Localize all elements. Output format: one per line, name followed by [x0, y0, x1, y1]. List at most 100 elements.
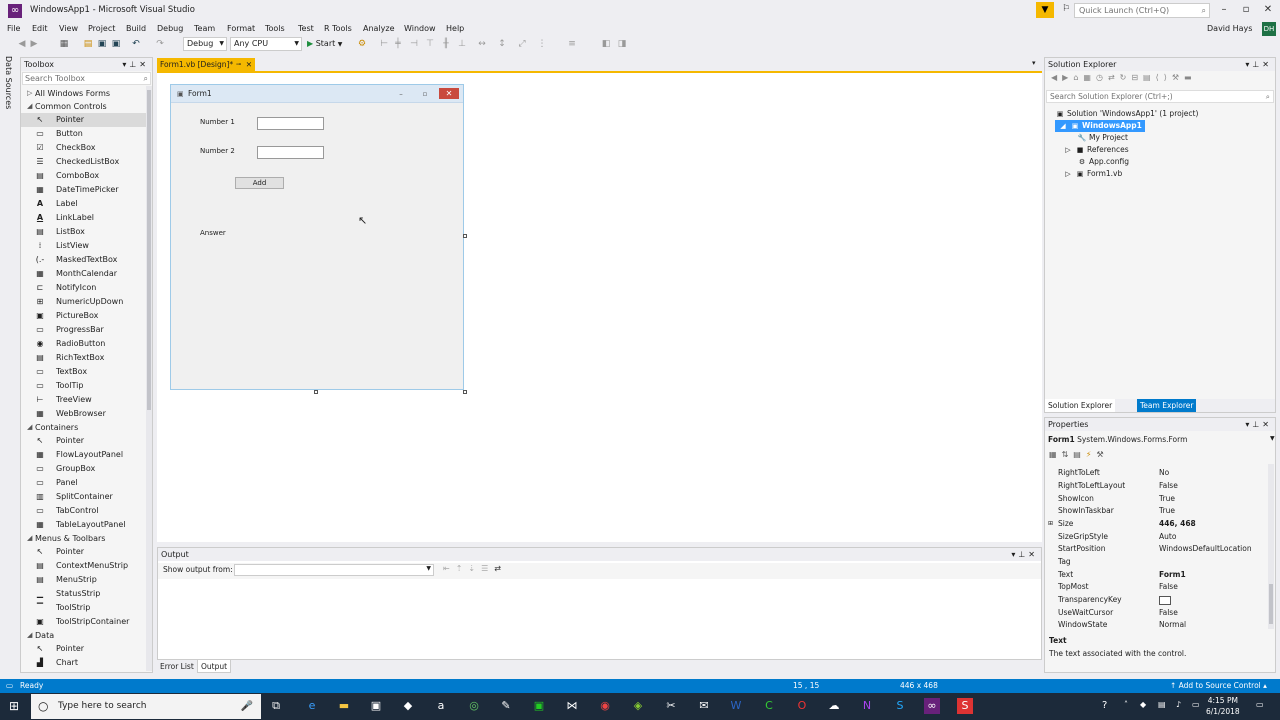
new-project-icon[interactable]: ▦	[58, 38, 70, 50]
pending-changes-icon[interactable]: ◷	[1096, 73, 1108, 82]
quick-launch-input[interactable]: Quick Launch (Ctrl+Q) ⌕	[1074, 3, 1210, 18]
slides-icon[interactable]: S	[957, 698, 973, 714]
clear-all-icon[interactable]: ☰	[481, 564, 494, 573]
minimize-button[interactable]: –	[1214, 3, 1234, 17]
toolbox-category-all[interactable]: ▷ All Windows Forms	[21, 87, 146, 100]
toolbox-item-combobox[interactable]: ▤ ComboBox	[21, 169, 146, 183]
property-row[interactable]: RightToLeft No	[1045, 467, 1269, 479]
battery-icon[interactable]: ▭	[1192, 700, 1200, 709]
close-icon[interactable]: ✕	[1028, 550, 1038, 559]
tab-form1-design[interactable]: Form1.vb [Design]* ⊸ ✕	[157, 58, 255, 71]
toolbox-item-menustrip[interactable]: ▤ MenuStrip	[21, 573, 146, 587]
add-button[interactable]: Add	[235, 177, 284, 189]
save-all-icon[interactable]: ▣	[110, 38, 122, 50]
redo-icon[interactable]: ↷	[154, 38, 166, 50]
close-tab-icon[interactable]: ✕	[246, 58, 252, 71]
property-row[interactable]: ⊞ Size 446, 468	[1045, 518, 1269, 530]
help-icon[interactable]: ?	[1102, 700, 1107, 711]
toolbox-item-listbox[interactable]: ▤ ListBox	[21, 225, 146, 239]
windows-start-icon[interactable]: ⊞	[9, 699, 19, 713]
pen-icon[interactable]: ✎	[498, 698, 514, 714]
tree-item-form1[interactable]: ▷ ▣ Form1.vb	[1063, 168, 1122, 180]
visual-studio-code-icon[interactable]: ⋈	[564, 698, 580, 714]
properties-scrollbar[interactable]	[1268, 464, 1274, 629]
app-icon-green[interactable]: ◎	[466, 698, 482, 714]
toolbox-item-splitcontainer[interactable]: ▥ SplitContainer	[21, 490, 146, 504]
align-tops-icon[interactable]: ⊤	[424, 38, 436, 50]
pin-icon[interactable]: ⊸	[236, 58, 241, 71]
properties-icon[interactable]: ⚒	[1172, 73, 1184, 82]
toolbox-item-numericupdown[interactable]: ⊞ NumericUpDown	[21, 295, 146, 309]
menu-r-tools[interactable]: R Tools	[324, 22, 352, 36]
camtasia-icon[interactable]: ▣	[531, 698, 547, 714]
next-message-icon[interactable]: ⇣	[468, 564, 481, 573]
toolbox-item-radiobutton[interactable]: ◉ RadioButton	[21, 337, 146, 351]
tab-solution-explorer[interactable]: Solution Explorer	[1045, 399, 1116, 412]
resize-handle-right[interactable]	[463, 234, 467, 238]
toolbox-item-datetimepicker[interactable]: ▦ DateTimePicker	[21, 183, 146, 197]
toolbox-item-linklabel[interactable]: A LinkLabel	[21, 211, 146, 225]
align-bottoms-icon[interactable]: ⊥	[456, 38, 468, 50]
tree-item-app-config[interactable]: ⚙ App.config	[1077, 156, 1129, 168]
data-sources-tab[interactable]: Data Sources	[4, 56, 13, 109]
toolbox-item-chart[interactable]: ▟ Chart	[21, 656, 146, 670]
property-row[interactable]: Tag	[1045, 556, 1269, 568]
scrollbar-thumb[interactable]	[1269, 584, 1273, 624]
toolbox-item-maskedtextbox[interactable]: (.- MaskedTextBox	[21, 253, 146, 267]
label-number-1[interactable]: Number 1	[200, 118, 235, 126]
dropbox-icon[interactable]: ◆	[400, 698, 416, 714]
toolbox-item-tooltip[interactable]: ▭ ToolTip	[21, 379, 146, 393]
maximize-button[interactable]: ▫	[1236, 3, 1256, 17]
events-icon[interactable]: ⚡	[1086, 450, 1097, 459]
back-icon[interactable]: ◀	[1051, 73, 1062, 82]
taskbar-clock[interactable]: 4:15 PM 6/1/2018	[1206, 695, 1240, 717]
expand-icon[interactable]: ⊞	[1048, 518, 1053, 530]
toolbox-item-flowlayoutpanel[interactable]: ▦ FlowLayoutPanel	[21, 448, 146, 462]
tab-error-list[interactable]: Error List	[157, 660, 197, 673]
label-answer[interactable]: Answer	[200, 229, 226, 237]
sync-icon[interactable]: ⇄	[1108, 73, 1120, 82]
network-icon[interactable]: ▤	[1158, 700, 1166, 709]
properties-object-select[interactable]: Form1 System.Windows.Forms.Form ▼	[1048, 435, 1275, 444]
property-row[interactable]: TransparencyKey	[1045, 594, 1269, 606]
start-button[interactable]: ▶ Start ▼	[307, 37, 342, 52]
user-name[interactable]: David Hays	[1207, 24, 1252, 33]
pin-icon[interactable]: ⊥	[1018, 550, 1028, 559]
properties-icon[interactable]: ▤	[1073, 450, 1086, 459]
menu-view[interactable]: View	[59, 22, 78, 36]
pin-icon[interactable]: ⊥	[129, 60, 139, 69]
menu-edit[interactable]: Edit	[32, 22, 48, 36]
toolbox-item-tablelayoutpanel[interactable]: ▦ TableLayoutPanel	[21, 518, 146, 532]
avatar[interactable]: DH	[1262, 22, 1276, 36]
property-row[interactable]: SizeGripStyle Auto	[1045, 531, 1269, 543]
designed-form[interactable]: ▣ Form1 – ▫ ✕ Number 1 Number 2 Add Answ…	[170, 84, 464, 390]
pin-icon[interactable]: ⊥	[1252, 60, 1262, 69]
toolbox-category-menus[interactable]: ◢ Menus & Toolbars	[21, 532, 146, 545]
tree-item-my-project[interactable]: 🔧 My Project	[1077, 132, 1128, 144]
property-row[interactable]: Text Form1	[1045, 569, 1269, 581]
toolbox-item-monthcalendar[interactable]: ▦ MonthCalendar	[21, 267, 146, 281]
horizontal-spacing-icon[interactable]: ⋮	[536, 38, 548, 50]
solution-explorer-search-input[interactable]: Search Solution Explorer (Ctrl+;) ⌕	[1046, 90, 1274, 103]
tab-team-explorer[interactable]: Team Explorer	[1137, 399, 1197, 412]
menu-window[interactable]: Window	[404, 22, 436, 36]
mail-icon[interactable]: ✉	[696, 698, 712, 714]
tab-output[interactable]: Output	[197, 660, 232, 673]
send-to-back-icon[interactable]: ◨	[616, 38, 628, 50]
align-middles-icon[interactable]: ╫	[440, 38, 452, 50]
toolbox-item-toolstripcontainer[interactable]: ▣ ToolStripContainer	[21, 615, 146, 629]
categorized-icon[interactable]: ▦	[1049, 450, 1062, 459]
property-row[interactable]: UseWaitCursor False	[1045, 607, 1269, 619]
property-row[interactable]: ShowInTaskbar True	[1045, 505, 1269, 517]
chrome-icon[interactable]: ◉	[597, 698, 613, 714]
toolbox-item-contextmenustrip[interactable]: ▤ ContextMenuStrip	[21, 559, 146, 573]
toolbox-item-picturebox[interactable]: ▣ PictureBox	[21, 309, 146, 323]
task-view-icon[interactable]: ⧉	[268, 698, 284, 714]
close-window-button[interactable]: ✕	[1258, 3, 1278, 17]
microphone-icon[interactable]: 🎤	[241, 694, 253, 719]
toolbox-item-toolstrip[interactable]: ▔ ToolStrip	[21, 601, 146, 615]
prev-message-icon[interactable]: ⇡	[456, 564, 469, 573]
tree-item-references[interactable]: ▷ ■ References	[1063, 144, 1128, 156]
toolbox-scrollbar[interactable]	[146, 86, 152, 671]
toolbox-item-checkbox[interactable]: ☑ CheckBox	[21, 141, 146, 155]
